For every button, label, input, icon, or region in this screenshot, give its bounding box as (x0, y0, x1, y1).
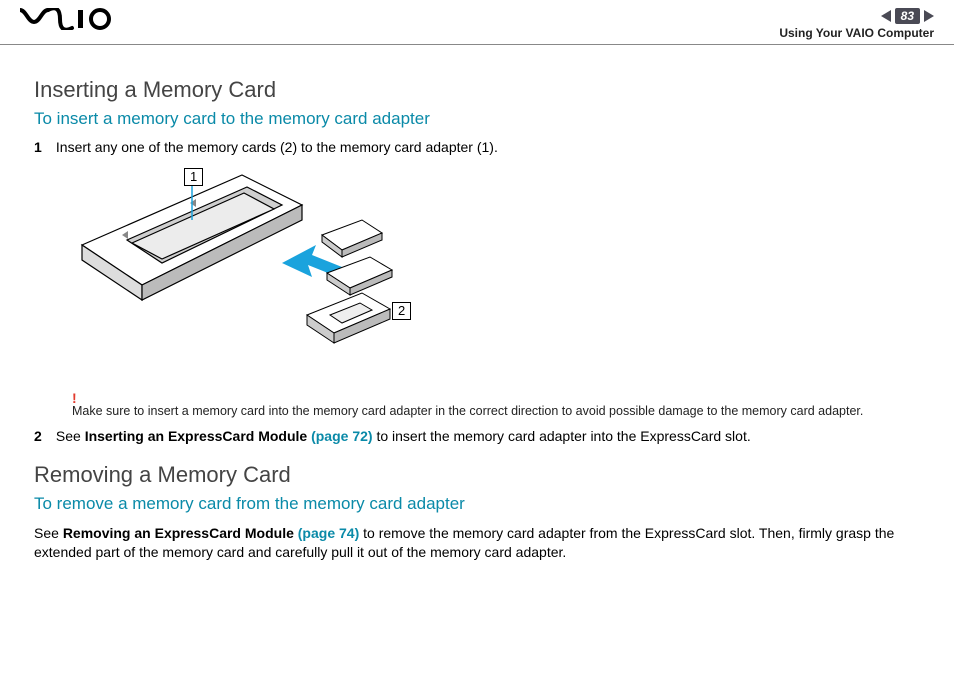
page-number: 83 (895, 8, 920, 24)
page-nav: 83 (779, 8, 934, 24)
page-header: 83 Using Your VAIO Computer (0, 0, 954, 45)
figure-callout-2: 2 (392, 302, 411, 320)
step-2-post: to insert the memory card adapter into t… (373, 428, 751, 444)
vaio-logo (20, 8, 116, 30)
warning-block: ! Make sure to insert a memory card into… (34, 390, 920, 418)
step-2: 2 See Inserting an ExpressCard Module (p… (34, 428, 920, 444)
figure-callout-1: 1 (184, 168, 203, 186)
remove-body: See Removing an ExpressCard Module (page… (34, 524, 920, 562)
heading-inserting: Inserting a Memory Card (34, 77, 920, 103)
subheading-insert: To insert a memory card to the memory ca… (34, 109, 920, 129)
step-2-number: 2 (34, 428, 52, 444)
remove-bold: Removing an ExpressCard Module (63, 525, 298, 541)
remove-pre: See (34, 525, 63, 541)
heading-removing: Removing a Memory Card (34, 462, 920, 488)
link-page-72[interactable]: (page 72) (311, 428, 372, 444)
subheading-remove: To remove a memory card from the memory … (34, 494, 920, 514)
step-2-pre: See (56, 428, 85, 444)
prev-page-icon[interactable] (881, 10, 891, 22)
figure-memory-card: 1 2 (34, 165, 920, 380)
next-page-icon[interactable] (924, 10, 934, 22)
header-right: 83 Using Your VAIO Computer (779, 8, 934, 40)
warning-text: Make sure to insert a memory card into t… (72, 404, 920, 418)
step-1-text: Insert any one of the memory cards (2) t… (56, 139, 498, 155)
link-page-74[interactable]: (page 74) (298, 525, 359, 541)
step-1-number: 1 (34, 139, 52, 155)
step-2-bold: Inserting an ExpressCard Module (85, 428, 311, 444)
page-content: Inserting a Memory Card To insert a memo… (0, 45, 954, 580)
step-1: 1 Insert any one of the memory cards (2)… (34, 139, 920, 155)
section-breadcrumb: Using Your VAIO Computer (779, 26, 934, 40)
